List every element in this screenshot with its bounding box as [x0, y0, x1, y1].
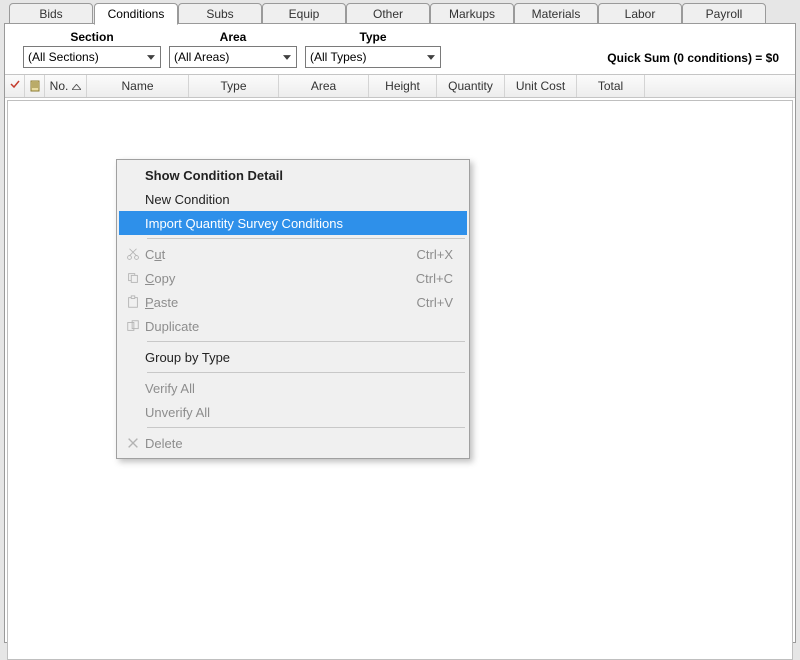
column-label: Type [220, 79, 246, 93]
column-label: Total [598, 79, 623, 93]
column-label: No. [50, 75, 69, 97]
column-area[interactable]: Area [279, 75, 369, 97]
duplicate-icon [121, 319, 145, 333]
panel-conditions: Section (All Sections) Area (All Areas) … [4, 23, 796, 643]
tab-markups[interactable]: Markups [430, 3, 514, 25]
menu-separator [147, 427, 465, 428]
dropdown-value: (All Areas) [174, 50, 278, 64]
menu-label: Show Condition Detail [145, 168, 467, 183]
document-icon [29, 80, 41, 92]
menu-copy[interactable]: Copy Ctrl+C [119, 266, 467, 290]
tab-other[interactable]: Other [346, 3, 430, 25]
tab-label: Other [373, 7, 403, 21]
column-label: Area [311, 79, 336, 93]
column-icon[interactable] [25, 75, 45, 97]
filter-area-label: Area [169, 30, 297, 44]
menu-unverify-all[interactable]: Unverify All [119, 400, 467, 424]
menu-separator [147, 341, 465, 342]
chevron-down-icon [142, 48, 160, 66]
tab-payroll[interactable]: Payroll [682, 3, 766, 25]
context-menu: Show Condition Detail New Condition Impo… [116, 159, 470, 459]
filter-section-label: Section [23, 30, 161, 44]
tab-conditions[interactable]: Conditions [94, 3, 178, 25]
filter-row: Section (All Sections) Area (All Areas) … [5, 24, 795, 74]
menu-cut[interactable]: Cut Ctrl+X [119, 242, 467, 266]
menu-label: Delete [145, 436, 467, 451]
menu-delete[interactable]: Delete [119, 431, 467, 455]
tab-subs[interactable]: Subs [178, 3, 262, 25]
filter-type-label: Type [305, 30, 441, 44]
menu-separator [147, 372, 465, 373]
menu-label: Unverify All [145, 405, 467, 420]
menu-label: Verify All [145, 381, 467, 396]
tab-label: Labor [625, 7, 656, 21]
column-label: Height [385, 79, 420, 93]
column-unit-cost[interactable]: Unit Cost [505, 75, 577, 97]
menu-paste[interactable]: Paste Ctrl+V [119, 290, 467, 314]
menu-label: Paste [145, 295, 417, 310]
column-height[interactable]: Height [369, 75, 437, 97]
menu-label: Import Quantity Survey Conditions [145, 216, 467, 231]
tab-label: Conditions [108, 7, 165, 21]
menu-verify-all[interactable]: Verify All [119, 376, 467, 400]
column-name[interactable]: Name [87, 75, 189, 97]
paste-icon [121, 295, 145, 309]
cut-icon [121, 247, 145, 261]
check-icon [9, 78, 21, 90]
tab-label: Bids [39, 7, 62, 21]
grid-body[interactable]: Show Condition Detail New Condition Impo… [7, 100, 793, 660]
tab-bar: Bids Conditions Subs Equip Other Markups… [10, 2, 796, 24]
tab-label: Materials [532, 7, 581, 21]
tab-labor[interactable]: Labor [598, 3, 682, 25]
column-label: Quantity [448, 79, 493, 93]
tab-label: Equip [289, 7, 320, 21]
chevron-down-icon [422, 48, 440, 66]
tab-label: Subs [206, 7, 233, 21]
tab-label: Payroll [706, 7, 743, 21]
delete-icon [121, 436, 145, 450]
column-verified[interactable] [5, 75, 25, 97]
menu-show-condition-detail[interactable]: Show Condition Detail [119, 163, 467, 187]
quick-sum-label: Quick Sum (0 conditions) = $0 [607, 51, 789, 68]
column-total[interactable]: Total [577, 75, 645, 97]
tab-equip[interactable]: Equip [262, 3, 346, 25]
menu-label: Cut [145, 247, 417, 262]
grid-header: No. Name Type Area Height Quantity Unit … [5, 74, 795, 98]
menu-label: Duplicate [145, 319, 467, 334]
column-type[interactable]: Type [189, 75, 279, 97]
menu-new-condition[interactable]: New Condition [119, 187, 467, 211]
menu-label: Copy [145, 271, 416, 286]
tab-bids[interactable]: Bids [9, 3, 93, 25]
copy-icon [121, 271, 145, 285]
menu-import-quantity-survey-conditions[interactable]: Import Quantity Survey Conditions [119, 211, 467, 235]
menu-shortcut: Ctrl+V [417, 295, 467, 310]
filter-area-dropdown[interactable]: (All Areas) [169, 46, 297, 68]
tab-materials[interactable]: Materials [514, 3, 598, 25]
menu-separator [147, 238, 465, 239]
menu-shortcut: Ctrl+C [416, 271, 467, 286]
dropdown-value: (All Types) [310, 50, 422, 64]
menu-label: Group by Type [145, 350, 467, 365]
column-label: Name [121, 79, 153, 93]
menu-shortcut: Ctrl+X [417, 247, 467, 262]
menu-group-by-type[interactable]: Group by Type [119, 345, 467, 369]
sort-ascending-icon [72, 75, 81, 97]
chevron-down-icon [278, 48, 296, 66]
column-label: Unit Cost [516, 79, 565, 93]
filter-type-dropdown[interactable]: (All Types) [305, 46, 441, 68]
column-no[interactable]: No. [45, 75, 87, 97]
menu-label: New Condition [145, 192, 467, 207]
menu-duplicate[interactable]: Duplicate [119, 314, 467, 338]
tab-label: Markups [449, 7, 495, 21]
column-quantity[interactable]: Quantity [437, 75, 505, 97]
dropdown-value: (All Sections) [28, 50, 142, 64]
filter-section-dropdown[interactable]: (All Sections) [23, 46, 161, 68]
